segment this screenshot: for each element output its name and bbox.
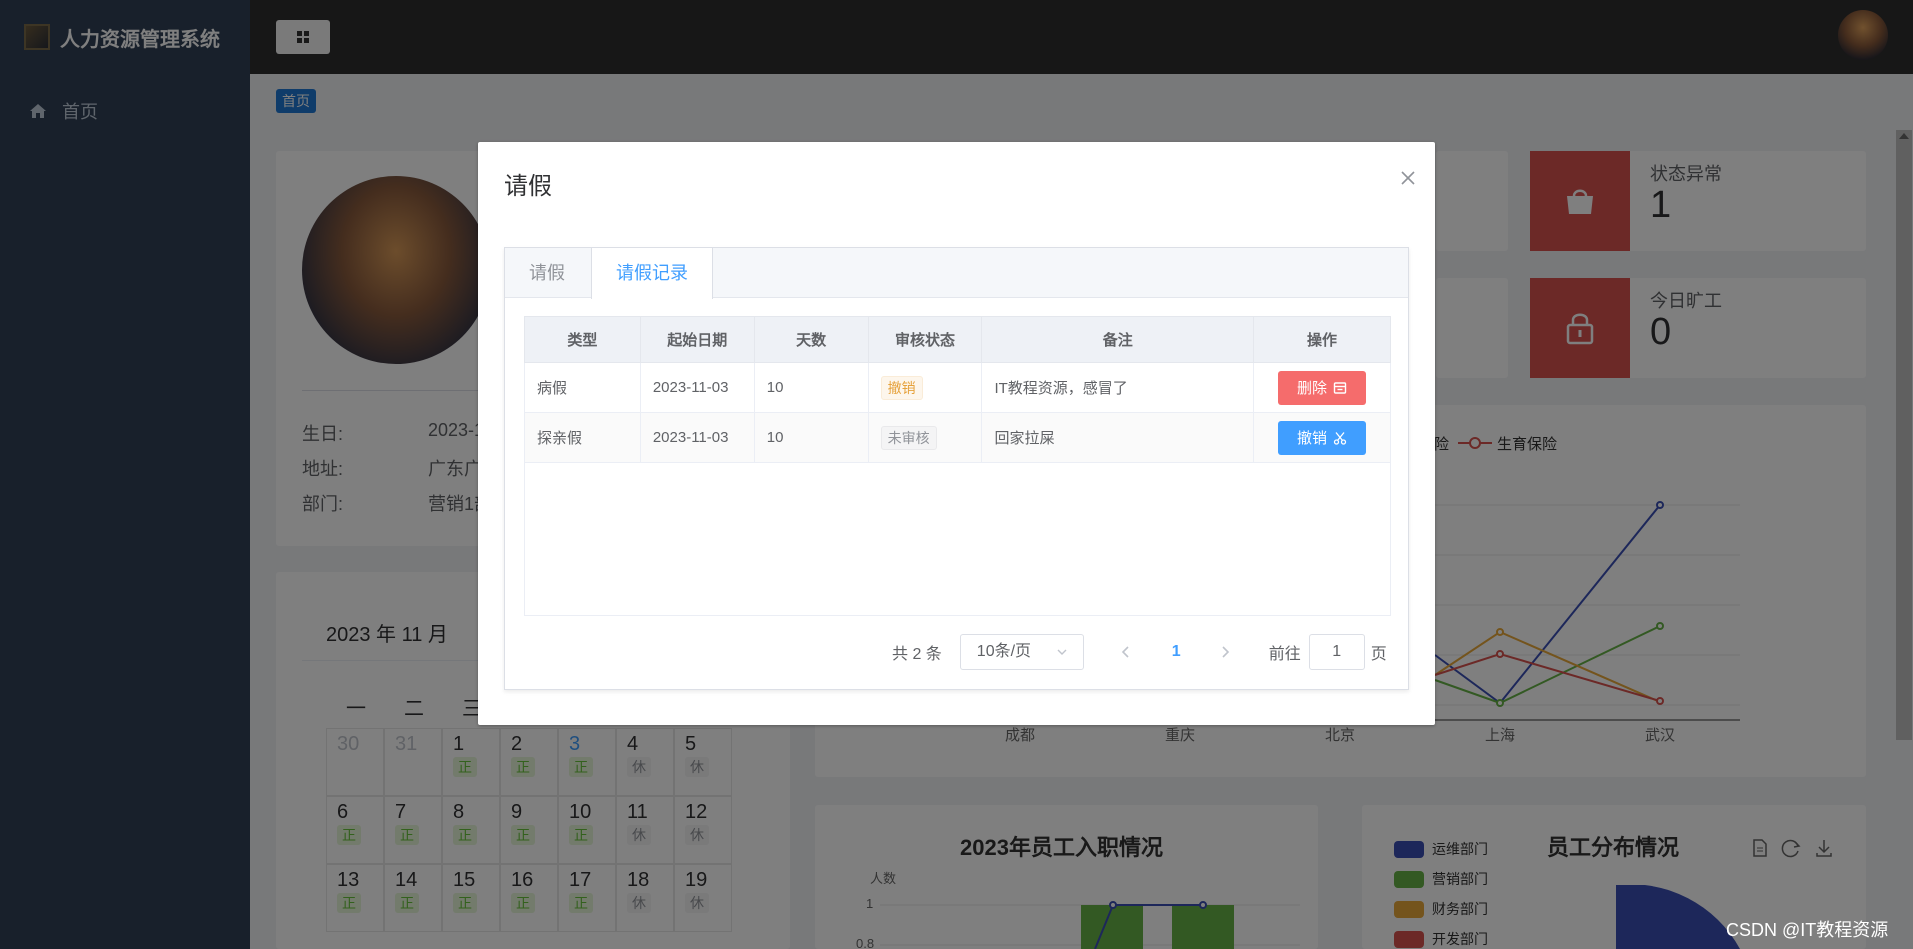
leave-type-cell: 探亲假	[524, 412, 641, 463]
close-icon[interactable]	[1396, 166, 1420, 190]
table-row: 病假 2023-11-03 10 撤销 IT教程资源，感冒了 删除	[524, 362, 1391, 413]
delete-button[interactable]: 删除	[1278, 370, 1366, 405]
revoke-button[interactable]: 撤销	[1278, 420, 1366, 455]
column-header: 备注	[981, 316, 1255, 363]
page-size-value: 10条/页	[976, 643, 1032, 660]
column-header: 类型	[524, 316, 641, 363]
tabs-header: 请假 请假记录	[505, 248, 1408, 299]
leave-records-table: 类型 起始日期 天数 审核状态 备注 操作 病假 2023-11-03 10 撤…	[524, 316, 1391, 463]
goto-page-input[interactable]: 1	[1308, 634, 1365, 670]
table-wrapper: 类型 起始日期 天数 审核状态 备注 操作 病假 2023-11-03 10 撤…	[524, 316, 1391, 616]
prev-page-icon[interactable]	[1120, 646, 1132, 658]
status-badge: 撤销	[880, 375, 923, 400]
tab-leave-apply[interactable]: 请假	[505, 248, 589, 298]
column-header: 审核状态	[867, 316, 983, 363]
pagination: 共 2 条 10条/页 1 前往 1 页	[892, 634, 1387, 670]
table-header-row: 类型 起始日期 天数 审核状态 备注 操作	[524, 316, 1391, 363]
remark-cell: 回家拉屎	[981, 412, 1255, 463]
page-number-current[interactable]: 1	[1172, 643, 1181, 661]
column-header: 天数	[753, 316, 869, 363]
page-size-select[interactable]: 10条/页	[959, 634, 1084, 670]
remark-cell: IT教程资源，感冒了	[981, 362, 1255, 413]
leave-dialog: 请假 请假 请假记录 类型 起始日期 天数 审核状态 备注 操作 病假 2023…	[478, 142, 1435, 725]
watermark: CSDN @IT教程资源	[1726, 920, 1889, 940]
action-cell: 删除	[1253, 362, 1391, 413]
start-date-cell: 2023-11-03	[639, 412, 755, 463]
total-count: 共 2 条	[892, 646, 942, 663]
days-cell: 10	[753, 412, 869, 463]
tabs-container: 请假 请假记录 类型 起始日期 天数 审核状态 备注 操作 病假 2023-11…	[504, 247, 1409, 690]
table-row: 探亲假 2023-11-03 10 未审核 回家拉屎 撤销	[524, 412, 1391, 463]
action-cell: 撤销	[1253, 412, 1391, 463]
status-cell: 未审核	[867, 412, 983, 463]
delete-icon	[1333, 381, 1347, 394]
goto-label: 前往	[1268, 646, 1301, 663]
column-header: 起始日期	[639, 316, 755, 363]
button-label: 撤销	[1296, 430, 1327, 447]
page-suffix: 页	[1370, 646, 1387, 663]
scissors-icon	[1333, 431, 1347, 445]
chevron-down-icon	[1057, 649, 1067, 655]
button-label: 删除	[1296, 380, 1327, 397]
status-cell: 撤销	[867, 362, 983, 413]
next-page-icon[interactable]	[1219, 646, 1231, 658]
column-header: 操作	[1253, 316, 1391, 363]
leave-type-cell: 病假	[524, 362, 641, 413]
status-badge: 未审核	[880, 425, 937, 450]
days-cell: 10	[753, 362, 869, 413]
tab-leave-records[interactable]: 请假记录	[591, 248, 713, 299]
dialog-title: 请假	[504, 173, 552, 200]
start-date-cell: 2023-11-03	[639, 362, 755, 413]
